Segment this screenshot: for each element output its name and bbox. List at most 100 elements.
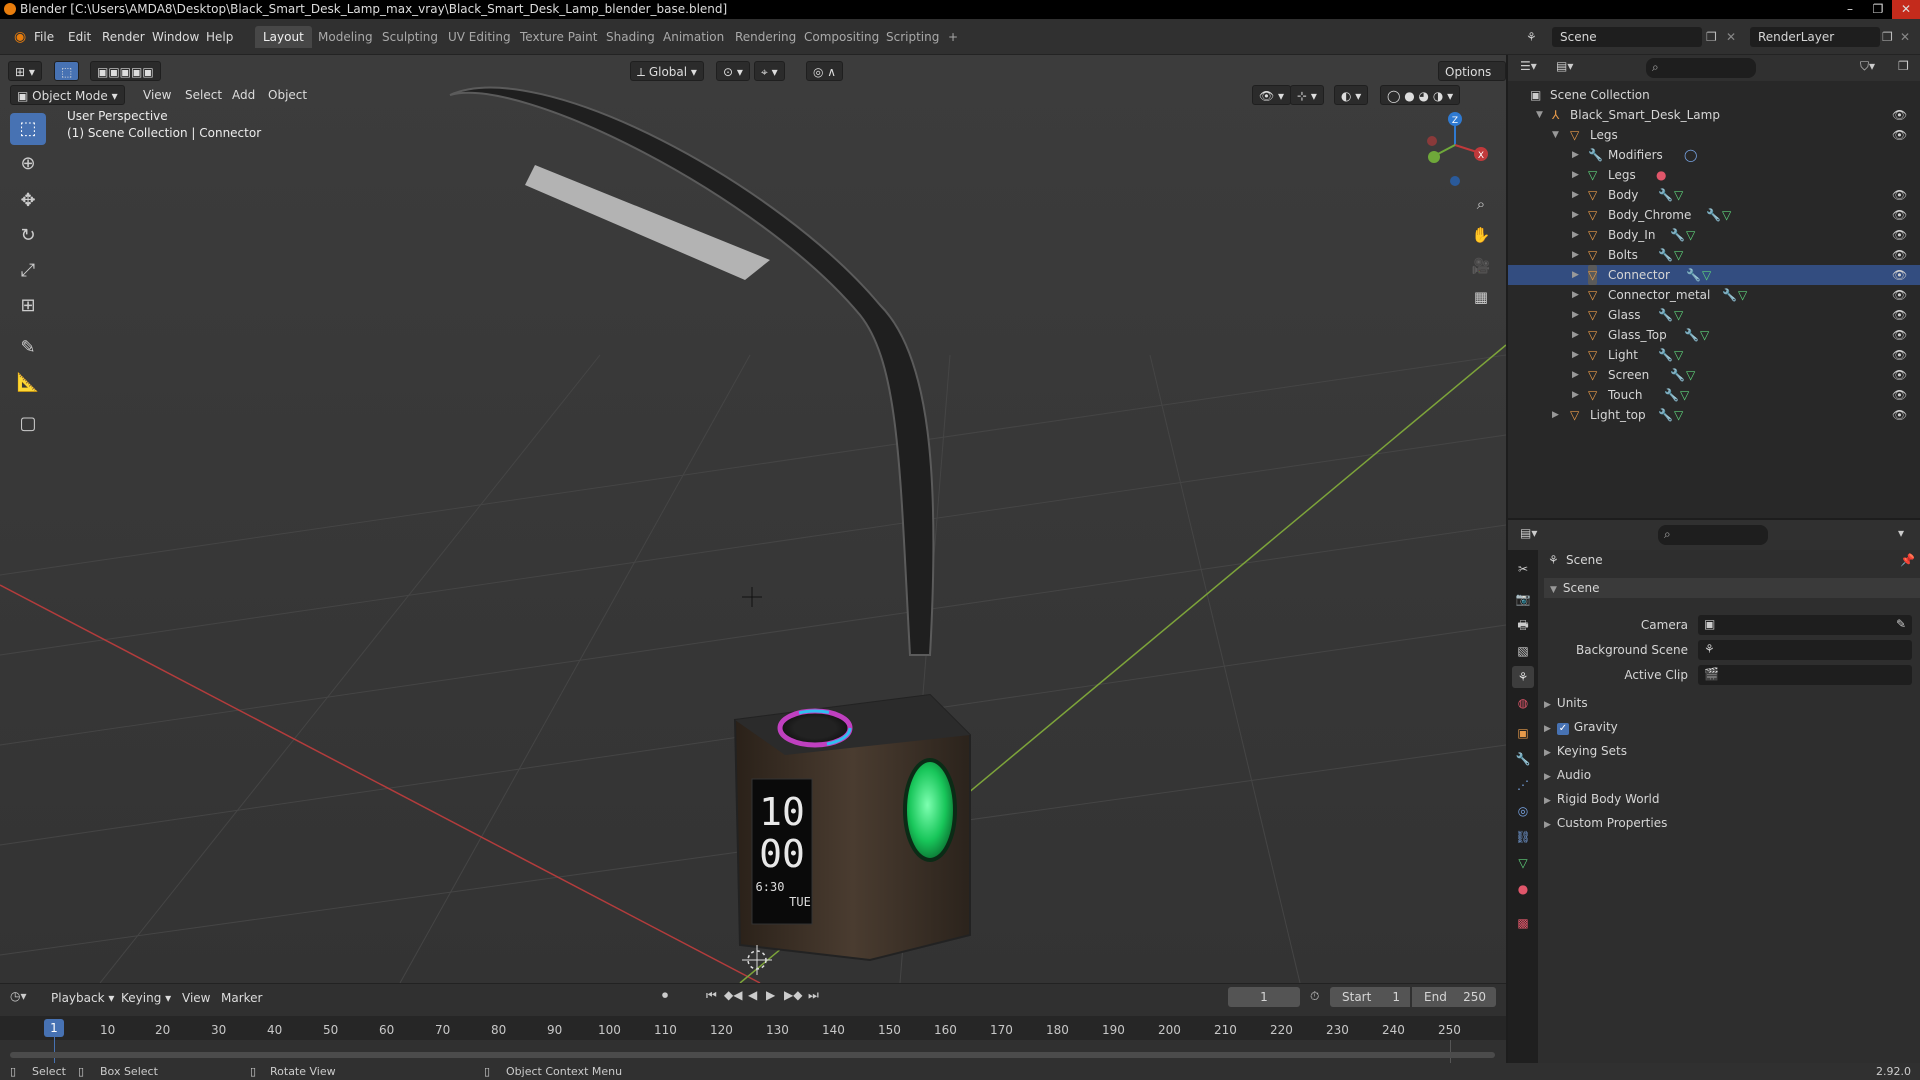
eye-icon[interactable]: 👁 [1892, 205, 1907, 225]
scene-selector-icon[interactable]: ⚘ [1526, 27, 1546, 47]
menu-render[interactable]: Render [96, 28, 151, 46]
render-tab-icon[interactable]: 📷 [1512, 588, 1534, 610]
collapse-arrow-icon[interactable]: ▶ [1572, 325, 1579, 345]
options-button[interactable]: Options ▾ [1438, 61, 1506, 99]
gizmo-toggle-icon[interactable]: ⊹ ▾ [1290, 85, 1324, 105]
scene-panel-header[interactable]: ▼ Scene [1544, 578, 1920, 598]
eye-icon[interactable]: 👁 [1892, 285, 1907, 305]
record-button[interactable]: ⏺ [662, 988, 668, 1003]
object-tab-icon[interactable]: ▣ [1512, 722, 1534, 744]
tab-compositing[interactable]: Compositing [796, 26, 887, 48]
collapse-arrow-icon[interactable]: ▶ [1572, 265, 1579, 285]
close-window-button[interactable]: ✕ [1892, 0, 1920, 19]
custom-properties-panel[interactable]: ▶ Custom Properties [1544, 813, 1667, 833]
viewport-menu-select[interactable]: Select [180, 85, 227, 105]
visibility-icon[interactable]: 👁 ▾ [1252, 85, 1292, 105]
viewport-menu-add[interactable]: Add [227, 85, 260, 105]
outliner-editor-type-icon[interactable]: ☰▾ [1520, 59, 1537, 73]
timeline-menu-playback[interactable]: Playback ▾ [46, 988, 119, 1008]
prev-keyframe-icon[interactable]: ◆◀ [724, 988, 742, 1002]
proportional-edit-icon[interactable]: ◎ ∧ [806, 61, 844, 81]
units-panel[interactable]: ▶ Units [1544, 693, 1588, 713]
shading-mode-icons[interactable]: ◯ ● ◕ ◑ ▾ [1380, 85, 1461, 105]
pin-icon[interactable]: 📌 [1900, 553, 1915, 567]
delete-view-layer-icon[interactable]: ✕ [1900, 27, 1910, 47]
collapse-arrow-icon[interactable]: ▶ [1572, 305, 1579, 325]
next-keyframe-icon[interactable]: ▶◆ [784, 988, 802, 1002]
view-layer-tab-icon[interactable]: ▧ [1512, 640, 1534, 662]
outliner-row-screen[interactable]: ▶ ▽ Screen 🔧 ▽ 👁 [1508, 365, 1920, 385]
stopwatch-icon[interactable]: ⏱ [1310, 989, 1319, 1004]
collapse-arrow-icon[interactable]: ▶ [1552, 405, 1559, 425]
play-reverse-icon[interactable]: ◀ [748, 988, 757, 1002]
collapse-arrow-icon[interactable]: ▶ [1572, 345, 1579, 365]
material-tab-icon[interactable]: ● [1512, 878, 1534, 900]
background-scene-field[interactable]: ⚘ [1698, 640, 1912, 660]
eye-icon[interactable]: 👁 [1892, 405, 1907, 425]
collapse-arrow-icon[interactable]: ▶ [1572, 145, 1579, 165]
world-tab-icon[interactable]: ◍ [1512, 692, 1534, 714]
menu-edit[interactable]: Edit [62, 28, 97, 46]
select-tool-icon[interactable]: ⬚ [54, 61, 80, 81]
snap-icon[interactable]: ⌖ ▾ [754, 61, 785, 81]
outliner-row-body-in[interactable]: ▶ ▽ Body_In 🔧 ▽ 👁 [1508, 225, 1920, 245]
measure-tool-icon[interactable]: 📐 [10, 367, 46, 399]
overlay-toggle-icon[interactable]: ◐ ▾ [1334, 85, 1369, 105]
perspective-toggle-icon[interactable]: ▦ [1467, 283, 1495, 311]
collapse-arrow-icon[interactable]: ▶ [1572, 285, 1579, 305]
eye-icon[interactable]: 👁 [1892, 265, 1907, 285]
eye-icon[interactable]: 👁 [1892, 105, 1907, 125]
pan-hand-icon[interactable]: ✋ [1467, 221, 1495, 249]
new-collection-icon[interactable]: ❐ [1898, 59, 1909, 73]
add-cube-tool-icon[interactable]: ▢ [10, 408, 46, 440]
start-frame-field[interactable]: Start 1 [1330, 987, 1410, 1007]
transform-tool-icon[interactable]: ⊞ [10, 290, 46, 322]
collapse-arrow-icon[interactable]: ▶ [1572, 245, 1579, 265]
collapse-arrow-icon[interactable]: ▶ [1572, 365, 1579, 385]
tab-rendering[interactable]: Rendering [727, 26, 804, 48]
outliner-row-light-top[interactable]: ▶ ▽ Light_top 🔧 ▽ 👁 [1508, 405, 1920, 425]
eye-icon[interactable]: 👁 [1892, 385, 1907, 405]
outliner-row-glass[interactable]: ▶ ▽ Glass 🔧 ▽ 👁 [1508, 305, 1920, 325]
jump-end-icon[interactable]: ⏭ [808, 988, 819, 1003]
outliner-search-input[interactable]: ⌕ [1646, 58, 1756, 78]
menu-window[interactable]: Window [146, 28, 205, 46]
expand-arrow-icon[interactable]: ▼ [1536, 105, 1543, 125]
outliner-row-connector-metal[interactable]: ▶ ▽ Connector_metal 🔧 ▽ 👁 [1508, 285, 1920, 305]
zoom-icon[interactable]: ⌕ [1467, 190, 1495, 218]
outliner-row-bolts[interactable]: ▶ ▽ Bolts 🔧 ▽ 👁 [1508, 245, 1920, 265]
rigid-body-world-panel[interactable]: ▶ Rigid Body World [1544, 789, 1659, 809]
tab-shading[interactable]: Shading [598, 26, 663, 48]
particles-tab-icon[interactable]: ⋰ [1512, 774, 1534, 796]
collapse-arrow-icon[interactable]: ▶ [1572, 385, 1579, 405]
selection-mode-icons[interactable]: ▣▣▣▣▣ [90, 61, 161, 81]
annotate-tool-icon[interactable]: ✎ [10, 332, 46, 364]
scene-field[interactable]: Scene [1552, 27, 1702, 47]
scene-tab-icon[interactable]: ⚘ [1512, 666, 1534, 688]
outliner-row-connector[interactable]: ▶ ▽ Connector 🔧 ▽ 👁 [1508, 265, 1920, 285]
transform-orientation[interactable]: ⟂ Global ▾ [630, 61, 704, 81]
eye-icon[interactable]: 👁 [1892, 325, 1907, 345]
eye-icon[interactable]: 👁 [1892, 185, 1907, 205]
eyedropper-icon[interactable]: ✎ [1896, 617, 1906, 631]
timeline-menu-marker[interactable]: Marker [216, 988, 267, 1008]
camera-field[interactable]: ▣ ✎ [1698, 615, 1912, 635]
texture-tab-icon[interactable]: ▩ [1512, 912, 1534, 934]
tab-animation[interactable]: Animation [655, 26, 732, 48]
eye-icon[interactable]: 👁 [1892, 245, 1907, 265]
data-tab-icon[interactable]: ▽ [1512, 852, 1534, 874]
active-clip-field[interactable]: 🎬 [1698, 665, 1912, 685]
outliner-row-legs-parent[interactable]: ▼ ▽ Legs 👁 [1508, 125, 1920, 145]
tab-modeling[interactable]: Modeling [310, 26, 381, 48]
eye-icon[interactable]: 👁 [1892, 365, 1907, 385]
collapse-arrow-icon[interactable]: ▶ [1572, 165, 1579, 185]
properties-options-icon[interactable]: ▾ [1898, 526, 1904, 540]
eye-icon[interactable]: 👁 [1892, 345, 1907, 365]
filter-icon[interactable]: ⛉▾ [1860, 59, 1875, 74]
menu-help[interactable]: Help [200, 28, 239, 46]
gravity-checkbox[interactable]: ✓ [1556, 723, 1569, 735]
tab-texture-paint[interactable]: Texture Paint [512, 26, 605, 48]
rotate-tool-icon[interactable]: ↻ [10, 220, 46, 252]
outliner-row-body-chrome[interactable]: ▶ ▽ Body_Chrome 🔧 ▽ 👁 [1508, 205, 1920, 225]
physics-tab-icon[interactable]: ◎ [1512, 800, 1534, 822]
